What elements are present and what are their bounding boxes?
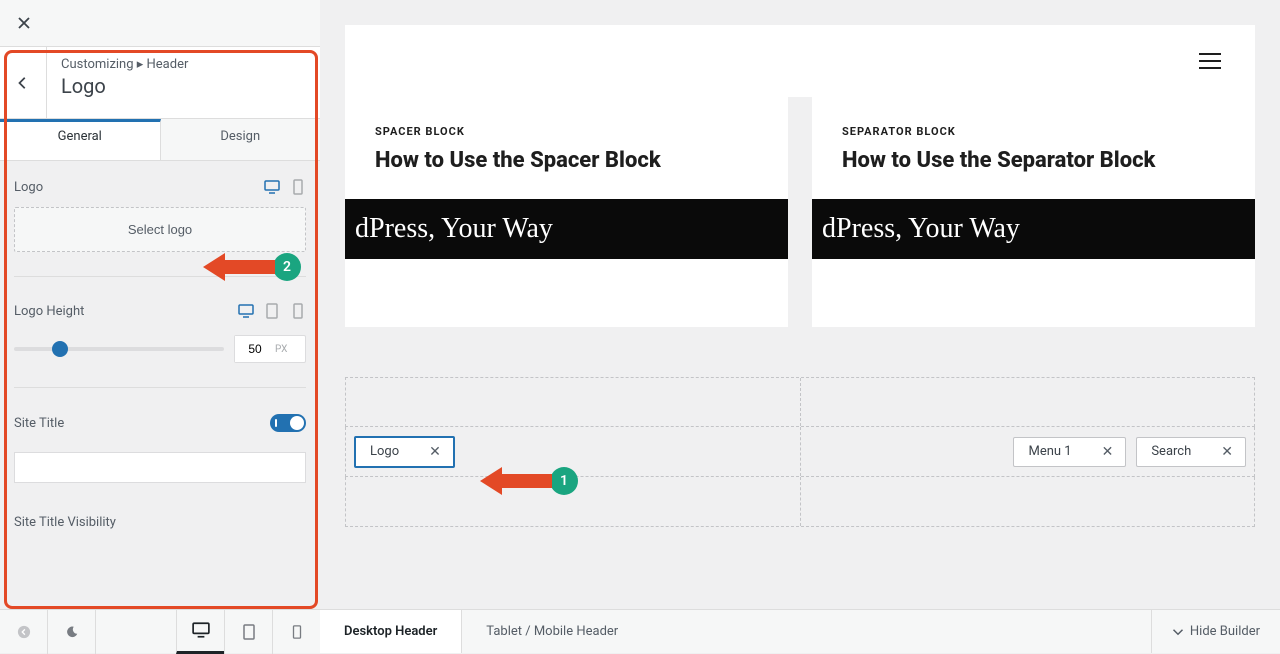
- post-category: SEPARATOR BLOCK: [842, 125, 1225, 138]
- post-title: How to Use the Separator Block: [842, 148, 1225, 173]
- panel-body: Logo Select logo Logo Height: [0, 161, 320, 560]
- remove-icon[interactable]: ✕: [1102, 444, 1114, 460]
- preview-area: SPACER BLOCK How to Use the Spacer Block…: [320, 0, 1280, 609]
- page-title: Logo: [61, 74, 306, 98]
- post-card[interactable]: SPACER BLOCK How to Use the Spacer Block…: [345, 97, 788, 327]
- post-image: dPress, Your Way: [812, 199, 1255, 259]
- mobile-icon: [290, 625, 304, 639]
- select-logo-button[interactable]: Select logo: [14, 207, 306, 252]
- post-image: dPress, Your Way: [345, 199, 788, 259]
- logo-height-slider[interactable]: [14, 347, 224, 351]
- annotation-callout-2: 2: [203, 253, 301, 281]
- chevron-left-icon: [16, 76, 30, 90]
- site-header: [345, 25, 1255, 97]
- builder-tabs: Desktop Header Tablet / Mobile Header Hi…: [320, 609, 1280, 653]
- block-label: Search: [1151, 444, 1191, 459]
- builder-block-search[interactable]: Search ✕: [1136, 437, 1246, 467]
- tab-design[interactable]: Design: [161, 119, 321, 160]
- device-tablet[interactable]: [224, 610, 272, 654]
- mobile-icon[interactable]: [290, 179, 306, 195]
- logo-height-input[interactable]: [235, 336, 275, 362]
- sidebar-footer: [0, 609, 320, 653]
- block-label: Menu 1: [1028, 444, 1071, 459]
- desktop-icon[interactable]: [238, 303, 254, 319]
- hide-builder-label: Hide Builder: [1190, 624, 1260, 639]
- post-card[interactable]: SEPARATOR BLOCK How to Use the Separator…: [812, 97, 1255, 327]
- logo-height-label: Logo Height: [14, 304, 84, 319]
- moon-icon: [65, 625, 79, 639]
- dark-mode-button[interactable]: [48, 610, 96, 654]
- builder-block-logo[interactable]: Logo ✕: [354, 436, 455, 468]
- tab-general[interactable]: General: [0, 119, 161, 160]
- device-mobile[interactable]: [272, 610, 320, 654]
- collapse-icon: [17, 625, 31, 639]
- builder-block-menu1[interactable]: Menu 1 ✕: [1013, 437, 1126, 467]
- device-desktop[interactable]: [176, 610, 224, 654]
- logo-label: Logo: [14, 180, 43, 195]
- post-title: How to Use the Spacer Block: [375, 148, 758, 173]
- remove-icon[interactable]: ✕: [1221, 444, 1233, 460]
- panel-tabs: General Design: [0, 119, 320, 161]
- tablet-icon: [241, 624, 257, 640]
- mobile-icon[interactable]: [290, 303, 306, 319]
- collapse-button[interactable]: [0, 610, 48, 654]
- desktop-icon[interactable]: [264, 179, 280, 195]
- close-customizer[interactable]: [8, 7, 40, 39]
- tab-desktop-header[interactable]: Desktop Header: [320, 610, 462, 653]
- panel-header: Customizing ▸ Header Logo: [0, 47, 320, 119]
- block-label: Logo: [370, 444, 399, 459]
- tab-mobile-header[interactable]: Tablet / Mobile Header: [462, 610, 642, 653]
- hide-builder-button[interactable]: Hide Builder: [1151, 610, 1280, 653]
- desktop-icon: [192, 621, 210, 639]
- chevron-down-icon: [1172, 626, 1184, 638]
- site-title-label: Site Title: [14, 416, 64, 431]
- site-title-input[interactable]: [14, 452, 306, 483]
- back-button[interactable]: [0, 47, 47, 118]
- sidebar: Customizing ▸ Header Logo General Design…: [0, 47, 320, 609]
- header-builder-grid: Logo ✕ Menu 1 ✕ Search ✕: [345, 377, 1255, 527]
- visibility-label: Site Title Visibility: [14, 515, 116, 530]
- breadcrumb: Customizing ▸ Header: [61, 57, 306, 72]
- close-icon: [16, 15, 32, 31]
- annotation-number: 2: [273, 253, 301, 281]
- unit-label: PX: [275, 344, 293, 355]
- remove-icon[interactable]: ✕: [429, 444, 441, 460]
- site-title-toggle[interactable]: [270, 414, 306, 432]
- post-category: SPACER BLOCK: [375, 125, 758, 138]
- menu-toggle[interactable]: [1199, 53, 1221, 69]
- annotation-number: 1: [550, 467, 578, 495]
- tablet-icon[interactable]: [264, 303, 280, 319]
- annotation-callout-1: 1: [480, 467, 578, 495]
